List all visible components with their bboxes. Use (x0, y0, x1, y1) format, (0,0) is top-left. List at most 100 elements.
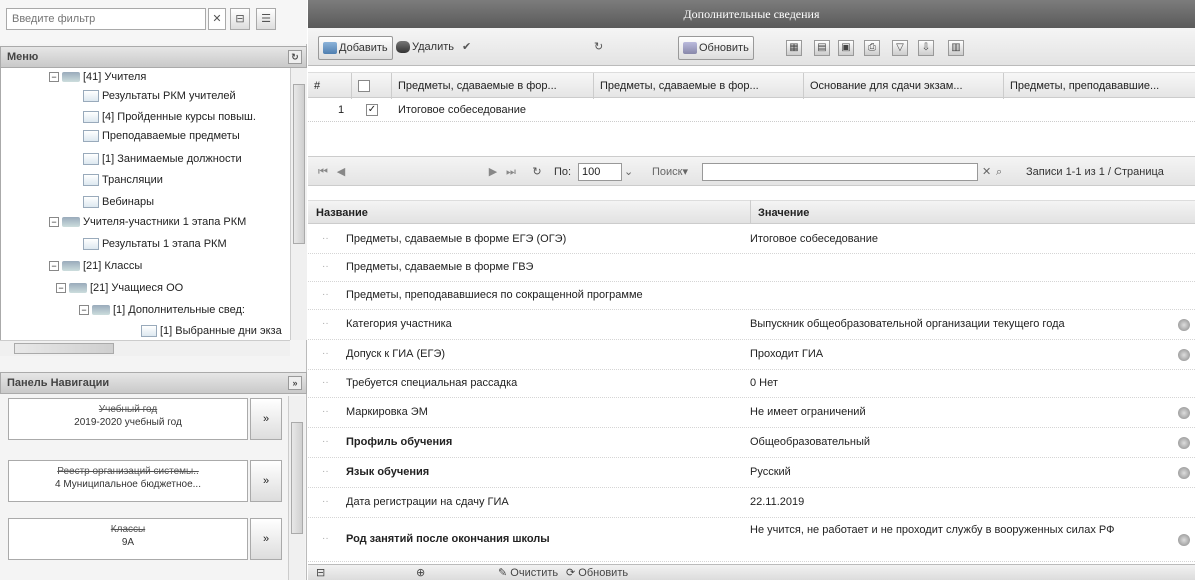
chart-icon[interactable]: ▥ (948, 40, 964, 56)
nav-scroll-thumb[interactable] (291, 422, 303, 534)
property-value[interactable]: Проходит ГИА (750, 348, 1170, 360)
property-value[interactable]: Выпускник общеобразовательной организаци… (750, 318, 1170, 330)
column-divider[interactable] (750, 200, 751, 224)
nav-item-open-button[interactable]: » (250, 460, 282, 502)
nav-item-open-button[interactable]: » (250, 398, 282, 440)
edit-icon[interactable] (1178, 349, 1190, 361)
add-button[interactable]: Добавить (318, 36, 393, 60)
prop-col-value[interactable]: Значение (754, 201, 809, 225)
property-value[interactable]: Итоговое собеседование (750, 233, 1170, 245)
edit-icon[interactable] (1178, 319, 1190, 331)
clear-button[interactable]: ✎ Очистить (498, 565, 558, 581)
tree-node[interactable]: − Учителя-участники 1 этапа РКМ (49, 213, 246, 231)
search-icon[interactable]: ⌕ (996, 163, 1002, 181)
delete-button[interactable]: Удалить (392, 36, 458, 60)
list-view-button[interactable]: ☰ (256, 8, 276, 30)
nav-item[interactable]: Классы 9А (8, 518, 248, 560)
filter-input[interactable] (6, 8, 206, 30)
property-row[interactable]: ·· Предметы, сдаваемые в форме ГВЭ (308, 254, 1195, 282)
nav-item-open-button[interactable]: » (250, 518, 282, 560)
tree-node[interactable]: [1] Выбранные дни экза (141, 322, 282, 340)
edit-icon[interactable] (1178, 437, 1190, 449)
details-view-icon[interactable]: ▣ (838, 40, 854, 56)
refresh-button[interactable]: Обновить (678, 36, 754, 60)
property-value[interactable]: Не имеет ограничений (750, 406, 1170, 418)
tree-horizontal-scrollbar[interactable] (0, 340, 290, 356)
bottom-refresh-button[interactable]: ⟳ Обновить (566, 565, 628, 581)
tree-node[interactable]: − [21] Классы (49, 257, 142, 275)
property-value[interactable]: 0 Нет (750, 377, 1170, 389)
col-select[interactable] (352, 73, 392, 99)
property-row[interactable]: ·· Язык обучения Русский (308, 458, 1195, 488)
tree-toggle-icon[interactable]: − (79, 305, 89, 316)
edit-icon[interactable] (1178, 407, 1190, 419)
filter-clear-button[interactable]: ✕ (208, 8, 226, 30)
table-row[interactable]: 1 ✓ Итоговое собеседование (308, 100, 1195, 122)
next-page-icon[interactable]: ▶ (486, 163, 500, 181)
select-all-checkbox[interactable] (358, 80, 370, 93)
tree-scroll-thumb[interactable] (293, 84, 305, 244)
tree-toggle-icon[interactable]: − (56, 283, 66, 294)
export-icon[interactable]: ⇩ (918, 40, 934, 56)
property-value[interactable]: 22.11.2019 (750, 496, 1170, 508)
prev-page-icon[interactable]: ◀ (334, 163, 348, 181)
form-view-icon[interactable]: ▤ (814, 40, 830, 56)
refresh-menu-icon[interactable]: ↻ (288, 50, 302, 64)
confirm-button[interactable]: ✔ (458, 36, 477, 60)
property-row[interactable]: ·· Дата регистрации на сдачу ГИА 22.11.201… (308, 488, 1195, 518)
edit-icon[interactable] (1178, 534, 1190, 546)
per-page-select[interactable]: 100 (578, 163, 622, 181)
tree-node[interactable]: − [41] Учителя (49, 68, 146, 86)
property-value[interactable]: Общеобразовательный (750, 436, 1170, 448)
row-checkbox[interactable]: ✓ (366, 104, 378, 116)
chevron-down-icon[interactable]: ⌄ (624, 163, 633, 181)
prop-col-name[interactable]: Название (312, 201, 368, 225)
edit-icon[interactable] (1178, 467, 1190, 479)
col-subjects-ege[interactable]: Предметы, сдаваемые в фор... (392, 73, 594, 99)
filter-icon[interactable]: ▽ (892, 40, 908, 56)
property-value[interactable]: Русский (750, 466, 1170, 478)
property-row[interactable]: ·· Предметы, сдаваемые в форме ЕГЭ (ОГЭ) И… (308, 226, 1195, 254)
search-input[interactable] (702, 163, 978, 181)
property-row[interactable]: ·· Предметы, преподававшиеся по сокращенн… (308, 282, 1195, 310)
nav-vertical-scrollbar[interactable] (288, 396, 305, 580)
tree-node[interactable]: Трансляции (83, 171, 163, 189)
property-row[interactable]: ·· Категория участника Выпускник общеобраз… (308, 310, 1195, 340)
nav-item[interactable]: Учебный год 2019-2020 учебный год (8, 398, 248, 440)
property-row[interactable]: ·· Профиль обучения Общеобразовательный (308, 428, 1195, 458)
collapse-nav-icon[interactable]: » (288, 376, 302, 390)
tree-node[interactable]: Результаты РКМ учителей (83, 87, 236, 105)
clear-search-icon[interactable]: ✕ (982, 163, 991, 181)
grid-view-icon[interactable]: ▦ (786, 40, 802, 56)
property-value[interactable]: Не учится, не работает и не проходит слу… (750, 524, 1170, 536)
tree-toggle-icon[interactable]: − (49, 261, 59, 272)
property-row[interactable]: ·· Род занятий после окончания школы Не уч… (308, 518, 1195, 562)
expand-icon[interactable]: ⊕ (416, 565, 425, 581)
property-row[interactable]: ·· Маркировка ЭМ Не имеет ограничений (308, 398, 1195, 428)
page-number-field[interactable] (356, 163, 476, 181)
collapse-icon[interactable]: ⊟ (316, 565, 325, 581)
undo-button[interactable]: ↻ (590, 36, 609, 60)
reload-icon[interactable]: ↻ (530, 163, 544, 181)
property-row[interactable]: ·· Требуется специальная рассадка 0 Нет (308, 370, 1195, 398)
last-page-icon[interactable]: ⏭ (504, 163, 518, 181)
tree-vertical-scrollbar[interactable] (290, 68, 307, 340)
tree-node[interactable]: Вебинары (83, 193, 154, 211)
col-exam-basis[interactable]: Основание для сдачи экзам... (804, 73, 1004, 99)
col-subjects-taught[interactable]: Предметы, преподававшие... (1004, 73, 1195, 99)
property-row[interactable]: ·· Допуск к ГИА (ЕГЭ) Проходит ГИА (308, 340, 1195, 370)
tree-node[interactable]: − [21] Учащиеся ОО (56, 279, 183, 297)
tree-node[interactable]: [4] Пройденные курсы повыш. (83, 108, 256, 126)
tree-toggle-icon[interactable]: − (49, 217, 59, 228)
tree-hscroll-thumb[interactable] (14, 343, 114, 354)
tree-node[interactable]: Результаты 1 этапа РКМ (83, 235, 227, 253)
first-page-icon[interactable]: ⏮ (316, 163, 330, 181)
col-number[interactable]: # (308, 73, 352, 99)
search-label[interactable]: Поиск▾ (652, 163, 688, 181)
nav-item[interactable]: Реестр организаций системы.. 4 Муниципаль… (8, 460, 248, 502)
collapse-all-button[interactable]: ⊟ (230, 8, 250, 30)
tree-node[interactable]: [1] Занимаемые должности (83, 150, 242, 168)
print-icon[interactable]: ⎙ (864, 40, 880, 56)
tree-toggle-icon[interactable]: − (49, 72, 59, 83)
col-subjects-gve[interactable]: Предметы, сдаваемые в фор... (594, 73, 804, 99)
